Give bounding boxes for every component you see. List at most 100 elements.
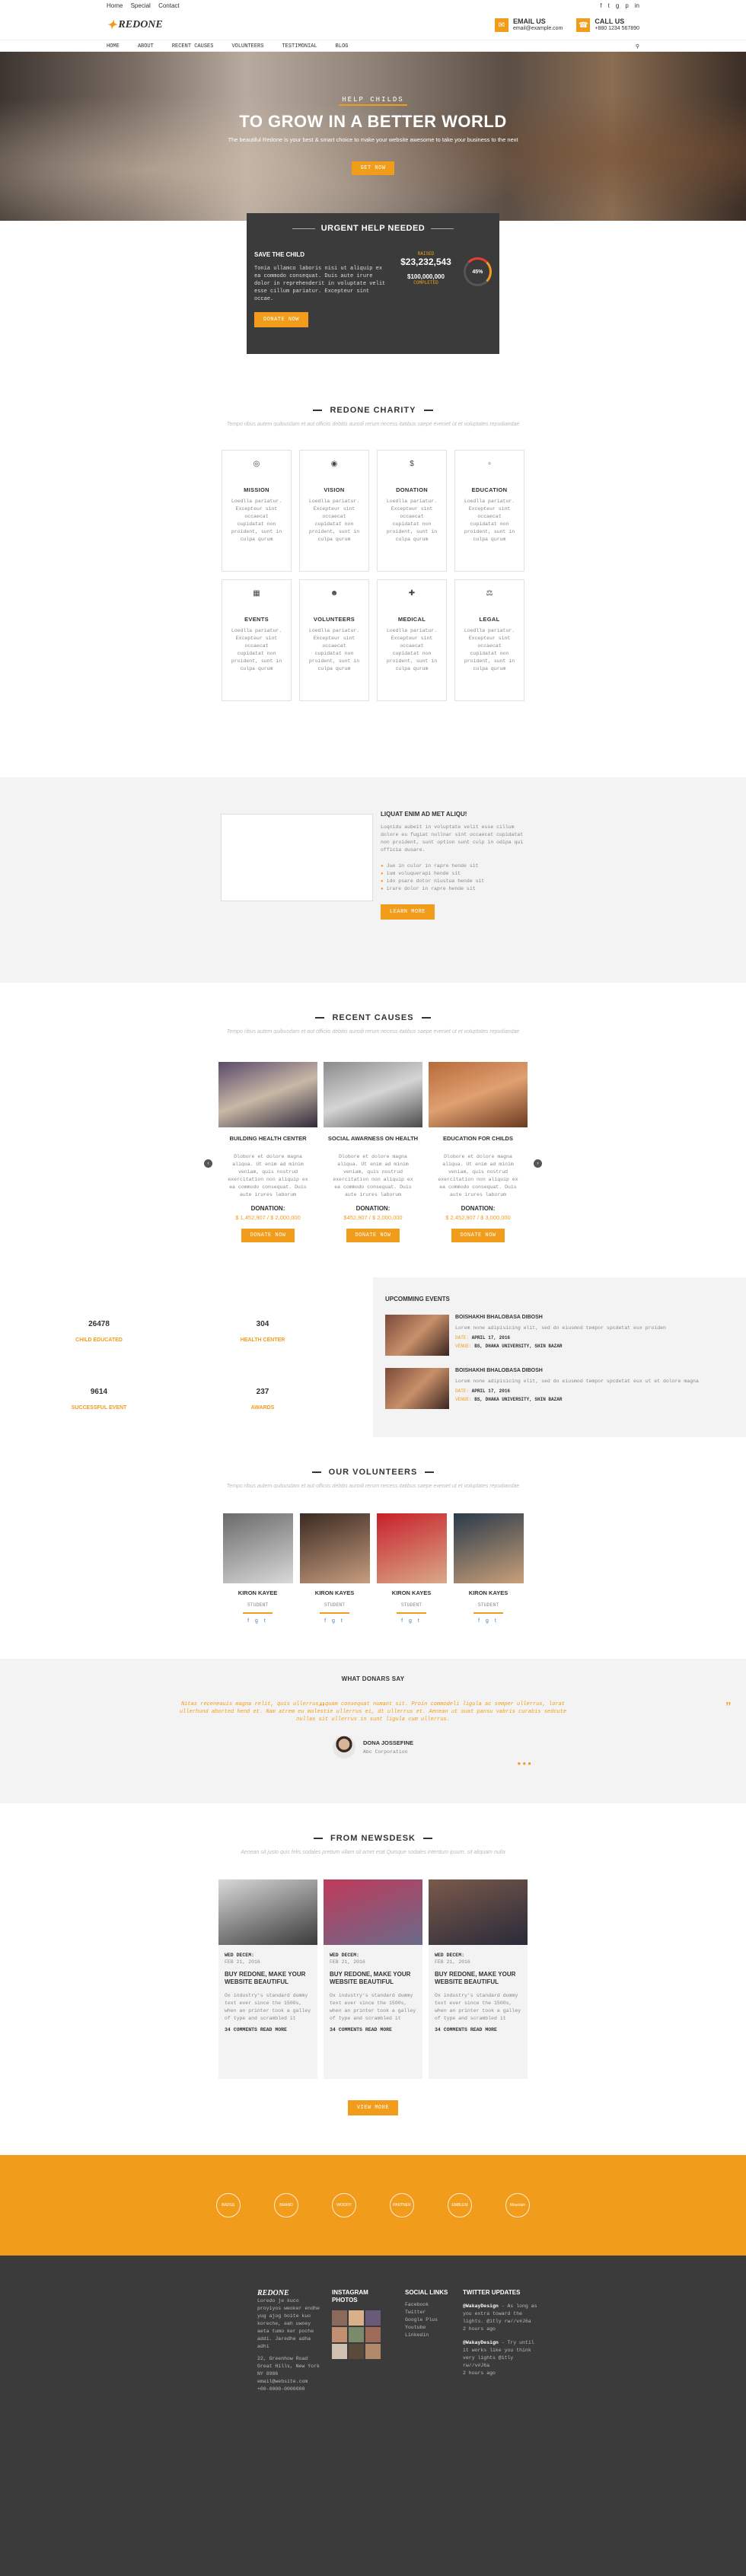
donate-now-button[interactable]: DONATE NOW xyxy=(451,1229,505,1242)
twitter-icon[interactable]: t xyxy=(608,2,610,9)
nav-testimonial[interactable]: TESTIMONIAL xyxy=(282,43,317,49)
carousel-next-icon[interactable]: › xyxy=(534,1159,542,1168)
card-volunteers[interactable]: ☻ VOLUNTEERS Loedlla pariatur. Excepteur s… xyxy=(299,579,369,701)
instagram-photo[interactable] xyxy=(365,2310,381,2326)
cause-title[interactable]: BUILDING HEALTH CENTER xyxy=(218,1135,317,1149)
list-item: irare dolor in rapre hende sit xyxy=(381,886,533,891)
volunteer-social-icons[interactable]: f g t xyxy=(223,1618,293,1624)
card-mission[interactable]: ◎ MISSION Loedlla pariatur. Excepteur sint… xyxy=(222,450,292,572)
cause-title[interactable]: SOCIAL AWARNESS ON HEALTH xyxy=(324,1135,422,1149)
urgent-donate-button[interactable]: DONATE NOW xyxy=(254,312,309,327)
read-more-link[interactable]: READ MORE xyxy=(470,2027,497,2032)
volunteer-social-icons[interactable]: f g t xyxy=(377,1618,447,1624)
card-donation[interactable]: $ DONATION Loedlla pariatur. Excepteur sin… xyxy=(377,450,447,572)
event-item[interactable]: BOISHAKHI BHALOBASA DIBOSH Lorem none ad… xyxy=(385,1368,746,1409)
footer-link-google-plus[interactable]: Google Plus xyxy=(405,2316,451,2324)
progress-ring: 45% xyxy=(463,257,492,286)
partner-logo[interactable]: Mountain xyxy=(505,2193,530,2217)
footer-link-youtube[interactable]: Youtube xyxy=(405,2324,451,2332)
news-photo xyxy=(429,1879,528,1945)
instagram-photo[interactable] xyxy=(332,2327,347,2342)
partner-logo[interactable]: BRAND xyxy=(274,2193,298,2217)
linkedin-icon[interactable]: in xyxy=(635,2,639,9)
nav-blog[interactable]: BLOG xyxy=(336,43,349,49)
slider-dots[interactable]: ●●● xyxy=(0,1760,533,1767)
volunteer-name: KIRON KAYEE xyxy=(238,1589,278,1596)
cause-title[interactable]: EDUCATION FOR CHILDS xyxy=(429,1135,528,1149)
google-plus-icon[interactable]: g xyxy=(616,2,619,9)
partner-logo[interactable]: EMBLEM xyxy=(448,2193,472,2217)
card-education[interactable]: ▫ EDUCATION Loedlla pariatur. Excepteur si… xyxy=(454,450,524,572)
news-title-link[interactable]: BUY REDONE, MAKE YOUR WEBSITE BEAUTIFUL xyxy=(225,1971,311,1986)
instagram-photo[interactable] xyxy=(349,2327,364,2342)
footer-social: SOCIAL LINKS Facebook Twitter Google Plu… xyxy=(405,2289,451,2393)
card-title: EVENTS xyxy=(244,616,269,623)
hero-get-now-button[interactable]: GET NOW xyxy=(351,161,395,175)
footer-link-twitter[interactable]: Twitter xyxy=(405,2309,451,2316)
donate-now-button[interactable]: DONATE NOW xyxy=(346,1229,400,1242)
learn-more-button[interactable]: LEARN MORE xyxy=(381,904,435,920)
quote-open-icon: “ xyxy=(320,1700,325,1717)
carousel-prev-icon[interactable]: ‹ xyxy=(204,1159,212,1168)
quote-close-icon: ” xyxy=(725,1700,731,1717)
event-title: BOISHAKHI BHALOBASA DIBOSH xyxy=(455,1368,543,1373)
news-title: FROM NEWSDESK xyxy=(0,1834,746,1843)
email-value[interactable]: email@example.com xyxy=(513,26,563,31)
footer-email[interactable]: email@website.com xyxy=(257,2378,320,2386)
news-meta: 34 COMMENTS READ MORE xyxy=(330,2027,392,2032)
top-link-contact[interactable]: Contact xyxy=(158,2,180,9)
news-date-sub: FEB 21, 2016 xyxy=(435,1959,470,1965)
logo[interactable]: ✦ REDONE xyxy=(107,18,163,33)
goal-amount: $100,000,000 xyxy=(407,273,445,280)
facebook-icon[interactable]: f xyxy=(600,2,601,9)
read-more-link[interactable]: READ MORE xyxy=(260,2027,287,2032)
volunteer-social-icons[interactable]: f g t xyxy=(300,1618,370,1624)
instagram-photo[interactable] xyxy=(332,2344,347,2359)
card-vision[interactable]: ◉ VISION Loedlla pariatur. Excepteur sint … xyxy=(299,450,369,572)
card-text: Loedlla pariatur. Excepteur sint occaeca… xyxy=(231,628,282,671)
urgent-help-panel: URGENT HELP NEEDED SAVE THE CHILD Tonia … xyxy=(247,213,499,354)
instagram-photo[interactable] xyxy=(365,2327,381,2342)
news-title-link[interactable]: BUY REDONE, MAKE YOUR WEBSITE BEAUTIFUL xyxy=(435,1971,521,1986)
call-value[interactable]: +880 1234 567890 xyxy=(595,26,639,31)
stats-events-band: 26478 CHILD EDUCATED 304 HEALTH CENTER 961… xyxy=(0,1277,746,1437)
nav-recent-causes[interactable]: RECENT CAUSES xyxy=(172,43,214,49)
partner-logo[interactable]: PARTNER xyxy=(390,2193,414,2217)
partner-logo[interactable]: BADGE xyxy=(216,2193,241,2217)
top-link-special[interactable]: Special xyxy=(131,2,151,9)
instagram-photo[interactable] xyxy=(349,2310,364,2326)
instagram-photo[interactable] xyxy=(349,2344,364,2359)
news-card: WED DECEM: FEB 21, 2016 BUY REDONE, MAKE Y… xyxy=(218,1879,317,2079)
card-medical[interactable]: ✚ MEDICAL Loedlla pariatur. Excepteur sint… xyxy=(377,579,447,701)
event-title: BOISHAKHI BHALOBASA DIBOSH xyxy=(455,1315,543,1320)
footer-about: REDONE Loredo je kuco proyiyos weoker en… xyxy=(257,2289,320,2393)
footer-logo[interactable]: REDONE xyxy=(257,2289,320,2297)
nav-about[interactable]: ABOUT xyxy=(138,43,154,49)
news-title-link[interactable]: BUY REDONE, MAKE YOUR WEBSITE BEAUTIFUL xyxy=(330,1971,416,1986)
partner-logo[interactable]: WOODY xyxy=(332,2193,356,2217)
view-more-button[interactable]: VIEW MORE xyxy=(347,2100,399,2115)
event-item[interactable]: BOISHAKHI BHALOBASA DIBOSH Lorem none ad… xyxy=(385,1315,746,1356)
nav-home[interactable]: HOME xyxy=(107,43,120,49)
donate-now-button[interactable]: DONATE NOW xyxy=(241,1229,295,1242)
footer-link-facebook[interactable]: Facebook xyxy=(405,2301,451,2309)
card-legal[interactable]: ⚖ LEGAL Loedlla pariatur. Excepteur sint o… xyxy=(454,579,524,701)
video-frame[interactable] xyxy=(221,814,373,901)
list-item: ium voluquerapi hende sit xyxy=(381,871,533,876)
page: Home Special Contact f t g p in ✦ REDONE … xyxy=(0,0,746,2576)
causes-subtitle: Tempo ribus autem quibusdam et aut offic… xyxy=(226,1029,520,1035)
instagram-photo[interactable] xyxy=(332,2310,347,2326)
medical-icon: ✚ xyxy=(408,589,416,598)
footer-link-linkedin[interactable]: Linkedin xyxy=(405,2332,451,2339)
nav-volunteers[interactable]: VOLUNTEERS xyxy=(231,43,263,49)
read-more-link[interactable]: READ MORE xyxy=(365,2027,392,2032)
card-events[interactable]: ▦ EVENTS Loedlla pariatur. Excepteur sint … xyxy=(222,579,292,701)
top-link-home[interactable]: Home xyxy=(107,2,123,9)
news-grid: WED DECEM: FEB 21, 2016 BUY REDONE, MAKE Y… xyxy=(0,1879,746,2079)
search-icon[interactable]: ⚲ xyxy=(636,43,639,50)
volunteer-social-icons[interactable]: f g t xyxy=(454,1618,524,1624)
pinterest-icon[interactable]: p xyxy=(625,2,628,9)
events-title: UPCOMMING EVENTS xyxy=(385,1296,450,1302)
list-item: ido psare dotor niustua hende sit xyxy=(381,878,533,884)
instagram-photo[interactable] xyxy=(365,2344,381,2359)
